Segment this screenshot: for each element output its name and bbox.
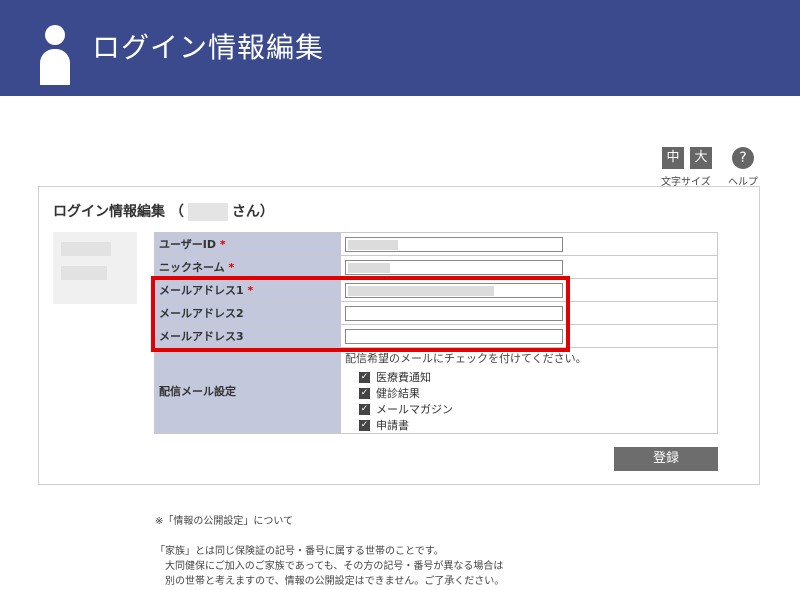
- user-id-input[interactable]: [345, 237, 563, 252]
- form-row-mail-settings: 配信メール設定 配信希望のメールにチェックを付けてください。 ✓ 医療費通知 ✓ 健…: [154, 347, 718, 434]
- note-heading: ※「情報の公開設定」について: [155, 516, 294, 527]
- form-row-user-id: ユーザーID *: [154, 232, 718, 256]
- email3-label: メールアドレス3: [154, 324, 341, 348]
- email1-input[interactable]: [345, 283, 563, 298]
- form-row-nickname: ニックネーム *: [154, 255, 718, 279]
- checkbox-checked-icon[interactable]: ✓: [359, 403, 370, 415]
- email2-label: メールアドレス2: [154, 301, 341, 325]
- form-row-email3: メールアドレス3: [154, 324, 718, 348]
- panel-title: ログイン情報編集 （ さん）: [53, 201, 274, 221]
- checkbox-health-checkup[interactable]: ✓ 健診結果: [345, 385, 717, 401]
- page-header: ログイン情報編集: [0, 0, 800, 96]
- checkbox-checked-icon[interactable]: ✓: [359, 387, 370, 399]
- login-form-table: ユーザーID * ニックネーム * メールアドレス1 * メールアドレス2 メー…: [154, 232, 718, 434]
- text-size-medium-button[interactable]: 中: [662, 147, 684, 169]
- note-line-2: 大同健保にご加入のご家族であっても、その方の記号・番号が異なる場合は: [155, 561, 504, 572]
- email1-label: メールアドレス1 *: [154, 278, 341, 302]
- page-title: ログイン情報編集: [92, 31, 325, 64]
- checkbox-medical-notice[interactable]: ✓ 医療費通知: [345, 369, 717, 385]
- panel-title-suffix: さん）: [231, 204, 274, 220]
- text-size-large-button[interactable]: 大: [690, 147, 712, 169]
- mail-settings-notice: 配信希望のメールにチェックを付けてください。: [345, 352, 587, 365]
- note-line-1: 「家族」とは同じ保険証の記号・番号に属する世帯のことです。: [155, 546, 444, 557]
- checkbox-mail-magazine[interactable]: ✓ メールマガジン: [345, 401, 717, 417]
- email3-input[interactable]: [345, 329, 563, 344]
- form-row-email1: メールアドレス1 *: [154, 278, 718, 302]
- form-row-email2: メールアドレス2: [154, 301, 718, 325]
- help-icon[interactable]: ?: [732, 147, 754, 169]
- note-line-3: 別の世帯と考えますので、情報の公開設定はできません。ご了承ください。: [155, 576, 505, 587]
- checkbox-application-form[interactable]: ✓ 申請書: [345, 417, 717, 433]
- panel-title-prefix: ログイン情報編集 （: [53, 204, 184, 220]
- mail-settings-label: 配信メール設定: [154, 347, 341, 434]
- checkbox-checked-icon[interactable]: ✓: [359, 419, 370, 431]
- nickname-label: ニックネーム *: [154, 255, 341, 279]
- avatar: [53, 232, 137, 304]
- login-edit-panel: ログイン情報編集 （ さん） ユーザーID * ニックネーム * メールアドレス1…: [38, 186, 760, 485]
- email2-input[interactable]: [345, 306, 563, 321]
- nickname-input[interactable]: [345, 260, 563, 275]
- user-id-label: ユーザーID *: [154, 232, 341, 256]
- redacted-username: [187, 203, 228, 221]
- submit-button[interactable]: 登録: [614, 447, 718, 471]
- checkbox-checked-icon[interactable]: ✓: [359, 371, 370, 383]
- user-icon: [40, 25, 70, 85]
